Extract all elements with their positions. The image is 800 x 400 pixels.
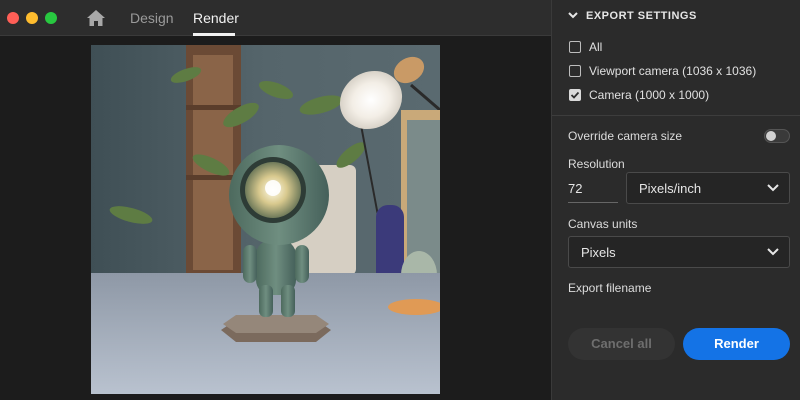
resolution-input-underline xyxy=(568,202,618,203)
chevron-down-icon xyxy=(568,12,578,19)
export-settings-header[interactable]: EXPORT SETTINGS xyxy=(568,10,697,22)
cancel-all-button[interactable]: Cancel all xyxy=(568,328,675,360)
render-button[interactable]: Render xyxy=(683,328,790,360)
maximize-window-button[interactable] xyxy=(45,12,57,24)
toggle-knob xyxy=(766,131,776,141)
chevron-down-icon xyxy=(767,248,779,256)
checkmark-icon xyxy=(570,91,579,99)
resolution-unit-select[interactable]: Pixels/inch xyxy=(626,172,790,204)
render-preview-image xyxy=(91,45,440,394)
title-bar: Design Render xyxy=(0,0,551,36)
option-all-label: All xyxy=(589,40,603,54)
checkbox-camera[interactable] xyxy=(569,89,581,101)
minimize-window-button[interactable] xyxy=(26,12,38,24)
section-title: EXPORT SETTINGS xyxy=(586,10,697,22)
override-camera-size-toggle[interactable] xyxy=(764,129,790,143)
canvas-units-label: Canvas units xyxy=(568,217,638,231)
canvas-units-value: Pixels xyxy=(581,245,616,260)
resolution-label: Resolution xyxy=(568,157,625,171)
option-camera-label: Camera (1000 x 1000) xyxy=(589,88,710,102)
workspace: Design Render xyxy=(0,0,551,400)
chevron-down-icon xyxy=(767,184,779,192)
export-settings-panel: EXPORT SETTINGS All Viewport camera (103… xyxy=(552,0,800,400)
app-window: Design Render EXPORT SETTINGS All Viewpo… xyxy=(0,0,800,400)
canvas-units-select[interactable]: Pixels xyxy=(568,236,790,268)
divider xyxy=(552,115,800,116)
tab-design[interactable]: Design xyxy=(130,10,174,26)
override-camera-size-label: Override camera size xyxy=(568,129,683,143)
tab-render[interactable]: Render xyxy=(193,10,239,26)
close-window-button[interactable] xyxy=(7,12,19,24)
option-viewport-camera-label: Viewport camera (1036 x 1036) xyxy=(589,64,757,78)
resolution-input[interactable]: 72 xyxy=(568,181,582,196)
checkbox-viewport-camera[interactable] xyxy=(569,65,581,77)
render-canvas xyxy=(0,36,551,400)
export-filename-label: Export filename xyxy=(568,281,652,295)
checkbox-all[interactable] xyxy=(569,41,581,53)
scroll-fade xyxy=(552,305,800,325)
resolution-unit-value: Pixels/inch xyxy=(639,181,702,196)
home-icon[interactable] xyxy=(86,9,106,27)
